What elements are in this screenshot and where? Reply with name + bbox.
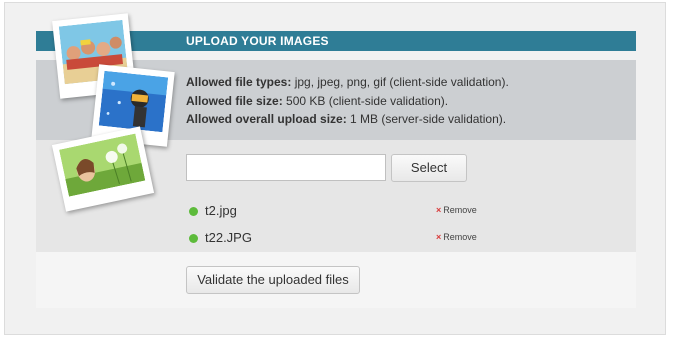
status-ok-icon [189,207,198,216]
rule-file-types-label: Allowed file types: [186,75,292,89]
rule-file-size-label: Allowed file size: [186,94,283,108]
remove-label: Remove [443,232,477,242]
underwater-diver-image [98,70,169,133]
rule-file-size: Allowed file size: 500 KB (client-side v… [186,94,448,108]
file-path-input[interactable] [186,154,386,181]
rule-file-types: Allowed file types: jpg, jpeg, png, gif … [186,75,509,89]
rule-upload-size-label: Allowed overall upload size: [186,112,347,126]
dandelion-girl-image [59,133,146,197]
select-button[interactable]: Select [391,154,467,182]
upload-footer: Validate the uploaded files [36,252,636,308]
file-name: t2.jpg [205,203,237,218]
file-name: t22.JPG [205,230,252,245]
rule-file-types-value: jpg, jpeg, png, gif (client-side validat… [291,75,509,89]
file-list-item: t2.jpg × Remove [186,203,486,221]
remove-file-link[interactable]: × Remove [436,205,477,215]
remove-x-icon: × [436,205,442,215]
remove-x-icon: × [436,232,442,242]
rule-file-size-value: 500 KB (client-side validation). [282,94,449,108]
upload-header-title: UPLOAD YOUR IMAGES [186,34,329,48]
file-list-item: t22.JPG × Remove [186,230,486,248]
rule-upload-size-value: 1 MB (server-side validation). [346,112,507,126]
validate-files-button[interactable]: Validate the uploaded files [186,266,360,294]
remove-label: Remove [443,205,477,215]
status-ok-icon [189,234,198,243]
remove-file-link[interactable]: × Remove [436,232,477,242]
rule-upload-size: Allowed overall upload size: 1 MB (serve… [186,112,506,126]
